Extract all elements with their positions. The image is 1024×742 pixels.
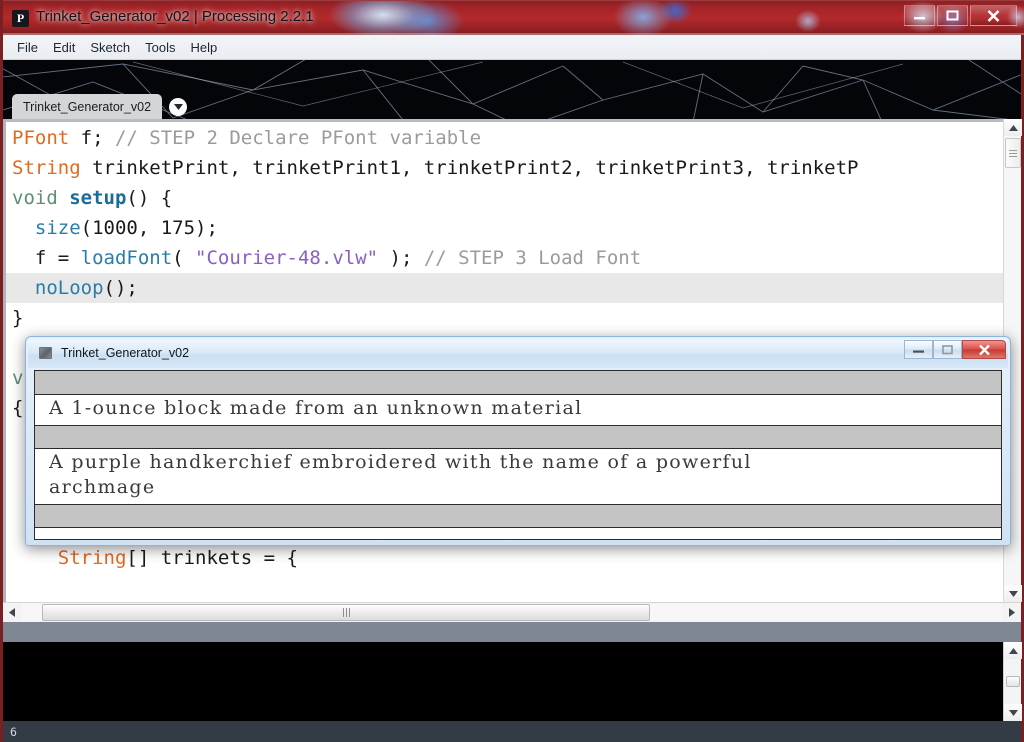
code-token: "Courier-48.vlw" <box>195 247 379 269</box>
trinket-separator-bar <box>35 504 1001 528</box>
status-line-number: 6 <box>10 724 17 739</box>
code-token: ( <box>172 247 196 269</box>
scroll-right-icon <box>1009 608 1015 617</box>
trinket-text: A 1-ounce block made from an unknown mat… <box>35 395 1001 425</box>
maximize-button[interactable] <box>937 5 968 26</box>
menu-help[interactable]: Help <box>183 38 224 57</box>
processing-logo-icon: P <box>12 10 29 27</box>
code-line[interactable]: noLoop(); <box>6 273 1006 303</box>
console-scroll-up-button[interactable] <box>1004 642 1022 659</box>
scroll-down-icon <box>1008 590 1018 597</box>
maximize-icon <box>946 10 959 21</box>
code-token: PFont <box>12 127 70 149</box>
trinket-text: A purple handkerchief embroidered with t… <box>35 449 1001 504</box>
scroll-left-button[interactable] <box>3 603 21 623</box>
code-token: [] trinkets = { <box>126 547 298 569</box>
menu-edit[interactable]: Edit <box>46 38 82 57</box>
code-token: setup <box>69 187 127 209</box>
scroll-down-icon <box>1008 709 1018 716</box>
code-token: size <box>34 217 81 239</box>
sketch-window-title: Trinket_Generator_v02 <box>61 346 190 360</box>
code-token: // STEP 2 Declare PFont variable <box>114 127 482 149</box>
editor-vscroll-thumb[interactable] <box>1005 138 1021 168</box>
sketch-canvas[interactable]: A 1-ounce block made from an unknown mat… <box>34 370 1002 540</box>
minimize-icon <box>913 350 924 353</box>
scroll-up-icon <box>1008 647 1018 654</box>
scroll-up-button[interactable] <box>1004 119 1022 136</box>
editor-console-divider[interactable] <box>3 622 1021 642</box>
chevron-down-icon <box>173 104 183 110</box>
code-line[interactable]: String trinketPrint, trinketPrint1, trin… <box>6 153 1006 183</box>
status-bar: 6 <box>3 721 1021 742</box>
menu-tools[interactable]: Tools <box>138 38 182 57</box>
code-line[interactable]: } <box>6 303 1006 333</box>
code-token: { <box>12 397 24 419</box>
minimize-button[interactable] <box>904 5 935 26</box>
trinket-separator-bar <box>35 425 1001 449</box>
menubar: File Edit Sketch Tools Help <box>3 35 1021 60</box>
tab-strip: Trinket_Generator_v02 <box>3 94 1021 119</box>
processing-ide-window: P Trinket_Generator_v02 | Processing 2.2… <box>0 0 1024 742</box>
console-scroll-down-button[interactable] <box>1004 704 1022 721</box>
code-line[interactable]: f = loadFont( "Courier-48.vlw" ); // STE… <box>6 243 1006 273</box>
code-token: () { <box>126 187 173 209</box>
close-button[interactable] <box>970 5 1017 26</box>
code-token: f = <box>12 247 81 269</box>
console-vscroll-thumb[interactable] <box>1006 676 1020 687</box>
tab-menu-button[interactable] <box>169 98 187 116</box>
code-token: (1000, 175); <box>80 217 218 239</box>
tab-trinket-generator[interactable]: Trinket_Generator_v02 <box>12 94 163 119</box>
code-token: String <box>12 157 81 179</box>
minimize-icon <box>914 16 925 19</box>
code-token: String <box>57 547 127 569</box>
scroll-down-button[interactable] <box>1004 585 1022 602</box>
sketch-window-icon <box>39 347 52 359</box>
maximize-icon <box>942 344 953 354</box>
sketch-maximize-button[interactable] <box>933 340 962 359</box>
code-token: v <box>12 367 24 389</box>
code-token: void <box>12 187 70 209</box>
code-token: ); <box>378 247 424 269</box>
code-token: } <box>12 307 24 329</box>
sketch-minimize-button[interactable] <box>904 340 933 359</box>
menu-sketch[interactable]: Sketch <box>83 38 137 57</box>
sketch-window-titlebar: Trinket_Generator_v02 <box>28 339 1008 368</box>
code-token: // STEP 3 Load Font <box>423 247 642 269</box>
scroll-left-icon <box>9 608 15 617</box>
code-token: noLoop <box>34 277 104 299</box>
code-line[interactable]: PFont f; // STEP 2 Declare PFont variabl… <box>6 123 1006 153</box>
tab-label: Trinket_Generator_v02 <box>23 99 152 114</box>
code-line[interactable]: void setup() { <box>6 183 1006 213</box>
code-token: trinketPrint, trinketPrint1, trinketPrin… <box>80 157 859 179</box>
sketch-output-window[interactable]: Trinket_Generator_v02 A 1-ounce block ma… <box>25 336 1011 546</box>
editor-hscroll-track[interactable] <box>22 604 1002 621</box>
code-token: (); <box>103 277 138 299</box>
menu-file[interactable]: File <box>10 38 45 57</box>
console-vertical-scrollbar[interactable] <box>1003 642 1022 721</box>
scroll-up-icon <box>1008 124 1018 131</box>
scroll-right-button[interactable] <box>1003 603 1021 623</box>
code-line[interactable]: size(1000, 175); <box>6 213 1006 243</box>
trinket-separator-bar <box>35 371 1001 395</box>
window-titlebar: P Trinket_Generator_v02 | Processing 2.2… <box>3 0 1024 35</box>
editor-horizontal-scrollbar[interactable] <box>3 602 1021 622</box>
window-title: Trinket_Generator_v02 | Processing 2.2.1 <box>36 8 314 25</box>
code-token: loadFont <box>80 247 173 269</box>
close-icon <box>987 9 1000 22</box>
close-icon <box>978 344 990 355</box>
sketch-close-button[interactable] <box>962 340 1006 359</box>
console-panel[interactable] <box>3 642 1022 721</box>
editor-hscroll-thumb[interactable] <box>42 604 650 621</box>
code-token: f; <box>69 127 115 149</box>
code-line[interactable]: String[] trinkets = { <box>6 543 1006 573</box>
editor-top-rule <box>6 119 1021 122</box>
